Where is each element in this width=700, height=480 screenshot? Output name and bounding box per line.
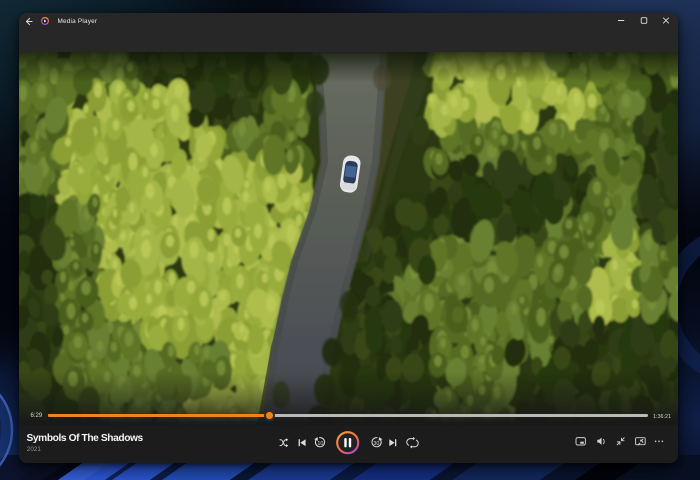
svg-text:10: 10 <box>317 441 323 447</box>
svg-text:30: 30 <box>373 441 379 447</box>
